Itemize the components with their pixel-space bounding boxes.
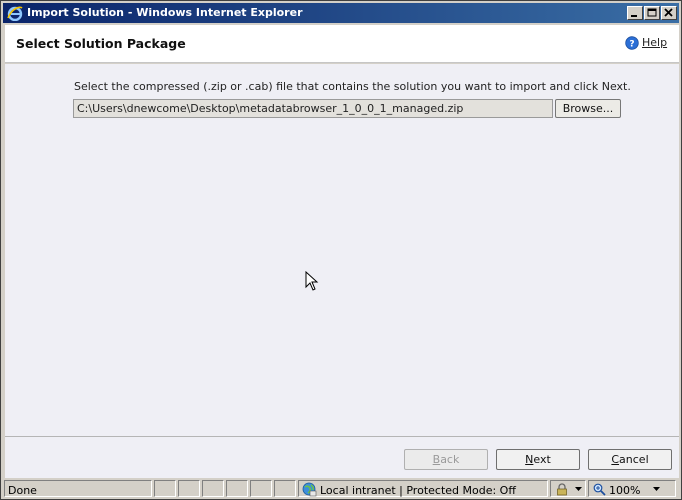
back-button-label: ack: [440, 453, 460, 466]
content-area: Select the compressed (.zip or .cab) fil…: [5, 64, 679, 436]
instruction-text: Select the compressed (.zip or .cab) fil…: [74, 80, 631, 93]
status-bar: Done Local intranet | Protected Mode: Of…: [3, 479, 679, 499]
status-cell-empty: [274, 480, 296, 497]
dialog-footer: Back Next Cancel: [5, 436, 679, 478]
cancel-button-label: ancel: [619, 453, 649, 466]
status-cell-empty: [226, 480, 248, 497]
minimize-icon: [631, 15, 637, 17]
maximize-button[interactable]: [644, 6, 660, 20]
help-link[interactable]: ? Help: [625, 35, 669, 51]
status-cell-empty: [202, 480, 224, 497]
close-button[interactable]: [661, 6, 677, 20]
import-solution-window: Import Solution - Windows Internet Explo…: [0, 0, 682, 500]
next-button[interactable]: Next: [496, 449, 580, 470]
zoom-control[interactable]: 100%: [588, 480, 676, 497]
status-cell-empty: [178, 480, 200, 497]
chevron-down-icon: [653, 487, 660, 491]
cancel-button[interactable]: Cancel: [588, 449, 672, 470]
globe-icon: [302, 482, 317, 497]
maximize-icon: [647, 8, 657, 17]
status-cell: Done: [4, 480, 152, 497]
status-cell-empty: [154, 480, 176, 497]
file-path-input[interactable]: C:\Users\dnewcome\Desktop\metadatabrowse…: [73, 99, 553, 118]
chevron-down-icon: [575, 487, 582, 491]
protected-mode-button[interactable]: [550, 480, 586, 497]
next-button-label: ext: [533, 453, 551, 466]
close-icon: [664, 8, 673, 17]
svg-text:?: ?: [629, 40, 634, 50]
security-zone[interactable]: Local intranet | Protected Mode: Off: [298, 480, 548, 497]
window-title: Import Solution - Windows Internet Explo…: [27, 6, 303, 19]
zoom-level: 100%: [609, 484, 641, 497]
status-cell-empty: [250, 480, 272, 497]
minimize-button[interactable]: [627, 6, 643, 20]
dialog-header: Select Solution Package ? Help: [5, 25, 679, 63]
zone-text: Local intranet | Protected Mode: Off: [320, 484, 516, 497]
mouse-cursor-icon: [305, 271, 319, 291]
help-label: Help: [642, 36, 668, 49]
help-icon: ?: [625, 36, 639, 50]
title-bar[interactable]: Import Solution - Windows Internet Explo…: [3, 3, 679, 23]
ie-icon: [7, 6, 23, 21]
back-button[interactable]: Back: [404, 449, 488, 470]
cancel-button-key: C: [611, 453, 620, 466]
page-title: Select Solution Package: [16, 36, 186, 51]
browse-button[interactable]: Browse...: [555, 99, 621, 118]
lock-icon: [557, 483, 567, 496]
zoom-icon: [593, 483, 606, 496]
status-text: Done: [8, 484, 37, 497]
